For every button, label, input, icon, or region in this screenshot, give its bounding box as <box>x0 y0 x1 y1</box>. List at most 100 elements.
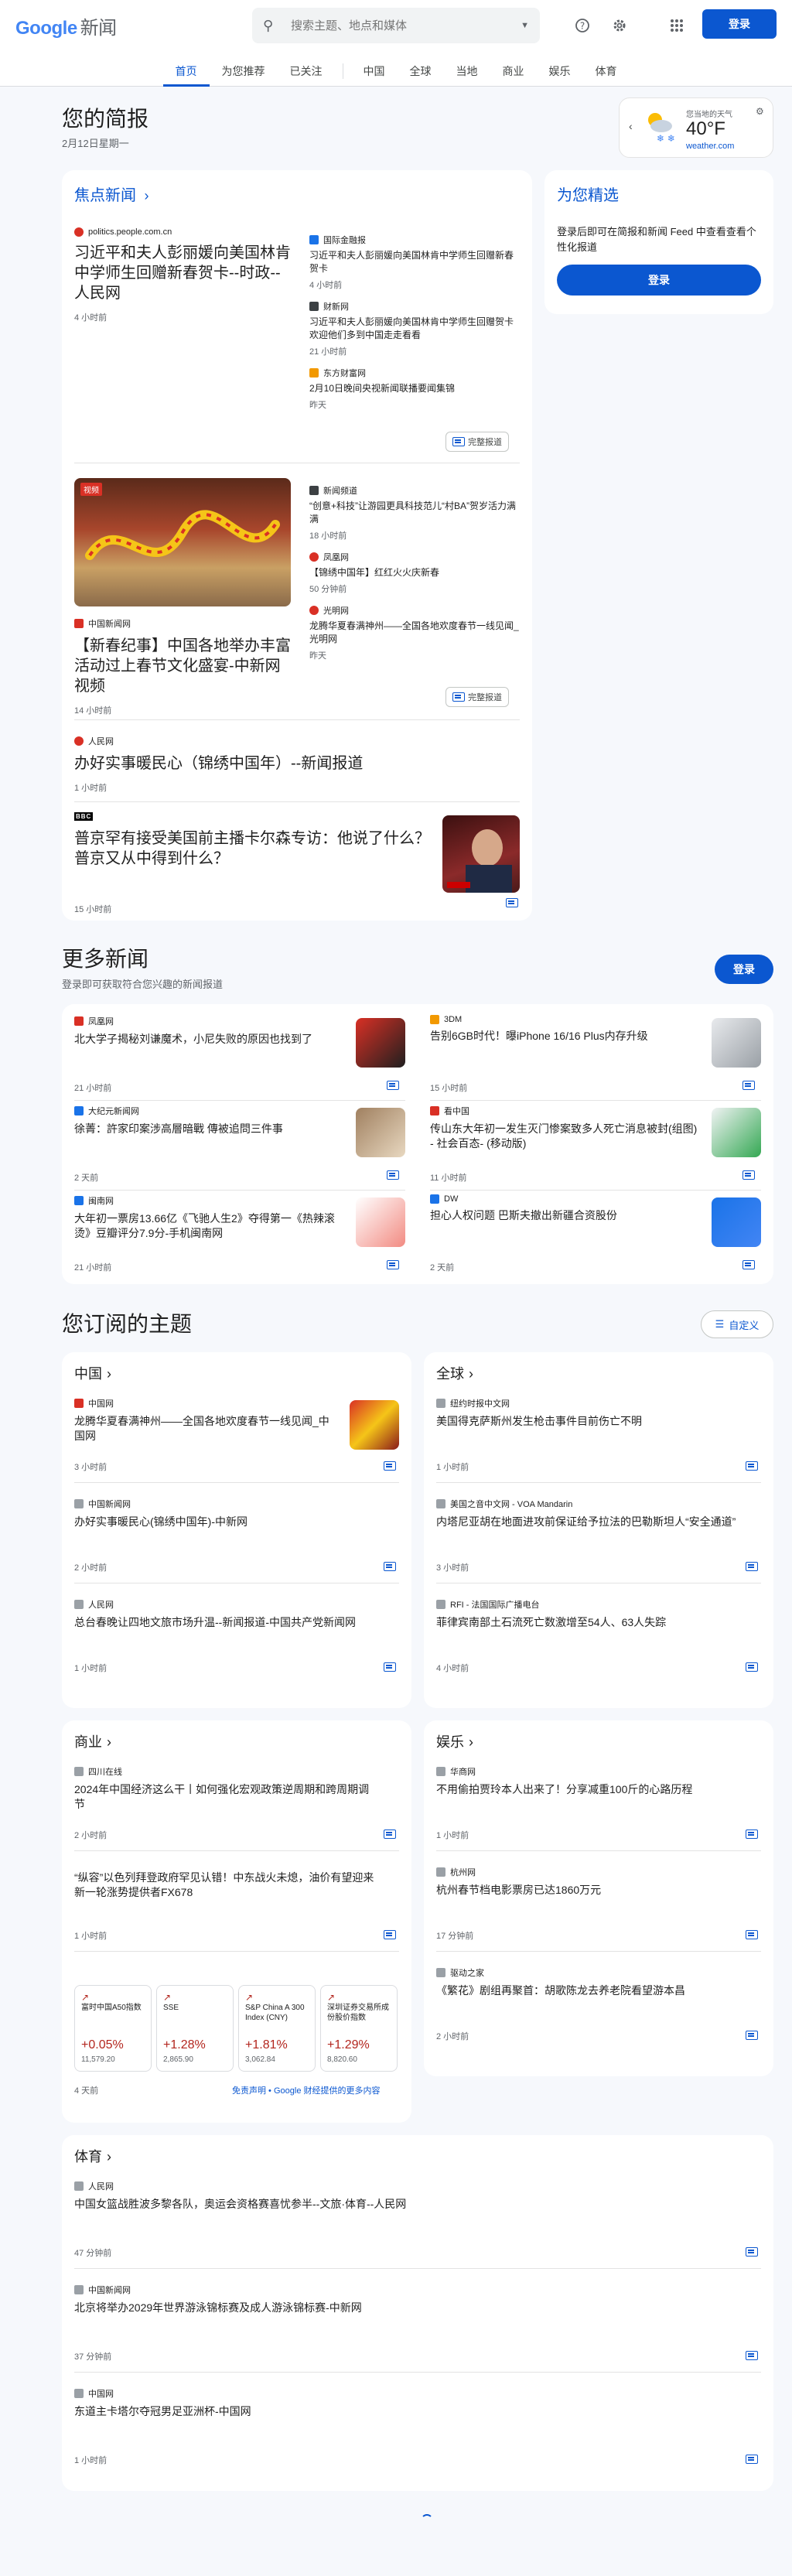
chevron-right-icon[interactable]: › <box>107 1366 111 1382</box>
nav-tab-8[interactable]: 体育 <box>583 54 630 87</box>
chevron-down-icon[interactable]: ▼ <box>521 21 529 30</box>
more-news-item[interactable]: DW 担心人权问题 巴斯夫撤出新疆合资股份 2 天前 <box>430 1194 761 1275</box>
story-headline[interactable]: 【新春纪事】中国各地举办丰富活动过上春节文化盛宴-中新网视频 <box>74 636 291 696</box>
dragon-dance-thumbnail[interactable]: 视频 <box>74 478 291 606</box>
topic-story[interactable]: 人民网 中国女篮战胜波多黎各队，奥运会资格赛喜忧参半--文旅·体育--人民网 <box>74 2180 761 2212</box>
nav-tab-3[interactable]: 中国 <box>351 54 398 87</box>
topic-story[interactable]: “纵容”以色列拜登政府罕见认错！中东战火未熄，油价有望迎来新一轮涨势提供者FX6… <box>74 1866 399 1900</box>
story-headline[interactable]: 告别6GB时代！曝iPhone 16/16 Plus内存升级 <box>430 1029 701 1044</box>
full-coverage-icon[interactable] <box>387 1259 399 1273</box>
single-story[interactable]: BBC 普京罕有接受美国前主播卡尔森专访：他说了什么？普京又从中得到什么？ 15… <box>74 812 430 915</box>
story-headline[interactable]: 2024年中国经济这么干丨如何强化宏观政策逆周期和跨周期调节 <box>74 1782 377 1812</box>
full-coverage-button[interactable]: 完整报道 <box>446 432 509 452</box>
chevron-right-icon[interactable]: › <box>107 2149 111 2164</box>
topic-title-sports[interactable]: 体育 › <box>74 2146 111 2166</box>
story-headline[interactable]: 菲律宾南部土石流死亡数激增至54人、63人失踪 <box>436 1615 739 1630</box>
story-thumbnail[interactable] <box>356 1108 405 1157</box>
help-icon[interactable]: ? <box>571 14 594 37</box>
story-headline[interactable]: 传山东大年初一发生灭门惨案致多人死亡消息被封(组图) - 社会百态- (移动版) <box>430 1122 701 1151</box>
more-news-item[interactable]: 凤凰网 北大学子揭秘刘谦魔术，小尼失败的原因也找到了 21 小时前 <box>74 1015 405 1095</box>
topic-story[interactable]: 中国网 东道主卡塔尔夺冠男足亚洲杯-中国网 <box>74 2387 761 2419</box>
topic-title-business[interactable]: 商业 › <box>74 1731 111 1751</box>
customize-button[interactable]: ☰ 自定义 <box>701 1310 773 1338</box>
chevron-right-icon[interactable]: › <box>144 188 148 203</box>
full-coverage-icon[interactable] <box>746 1929 758 1943</box>
finance-disclaimer-link[interactable]: 免责声明 • Google 财经提供的更多内容 <box>232 2084 381 2096</box>
full-coverage-icon[interactable] <box>746 2030 758 2044</box>
story-headline[interactable]: 北京将举办2029年世界游泳锦标赛及成人游泳锦标赛-中新网 <box>74 2301 739 2315</box>
story-thumbnail[interactable] <box>712 1108 761 1157</box>
weather-source-link[interactable]: weather.com <box>686 142 734 151</box>
story-headline[interactable]: 内塔尼亚胡在地面进攻前保证给予拉法的巴勒斯坦人“安全通道” <box>436 1515 739 1529</box>
nav-tab-6[interactable]: 商业 <box>490 54 537 87</box>
topic-story[interactable]: RFI - 法国国际广播电台 菲律宾南部土石流死亡数激增至54人、63人失踪 <box>436 1598 761 1630</box>
topic-title-china[interactable]: 中国 › <box>74 1363 111 1383</box>
full-coverage-icon[interactable] <box>746 2454 758 2468</box>
stock-tile[interactable]: ↗ 深圳证券交易所成份股价指数 +1.29% 8,820.60 <box>320 1985 398 2072</box>
search-box[interactable]: ⚲ ▼ <box>252 8 540 43</box>
search-input[interactable] <box>291 19 521 32</box>
nav-tab-1[interactable]: 为您推荐 <box>210 54 278 87</box>
story-headline[interactable]: 办好实事暖民心(锦绣中国年)-中新网 <box>74 1515 377 1529</box>
story-headline[interactable]: 北大学子揭秘刘谦魔术，小尼失败的原因也找到了 <box>74 1032 345 1047</box>
full-coverage-icon[interactable] <box>746 2350 758 2364</box>
more-news-item[interactable]: 闽南网 大年初一票房13.66亿《飞驰人生2》夺得第一《热辣滚烫》豆瓣评分7.9… <box>74 1194 405 1275</box>
side-story[interactable]: 光明网 龙腾华夏春满神州——全国各地欢度春节一线见闻_光明网 昨天 <box>309 604 520 661</box>
topic-story[interactable]: 人民网 总台春晚让四地文旅市场升温--新闻报道-中国共产党新闻网 <box>74 1598 399 1630</box>
full-coverage-icon[interactable] <box>746 1561 758 1575</box>
topic-story[interactable]: 杭州网 杭州春节档电影票房已达1860万元 <box>436 1866 761 1898</box>
side-story[interactable]: 新闻频道 “创意+科技”让游园更具科技范儿“村BA”贺岁活力满满 18 小时前 <box>309 484 520 542</box>
cluster2-main-story[interactable]: 中国新闻网 【新春纪事】中国各地举办丰富活动过上春节文化盛宴-中新网视频 14 … <box>74 617 291 716</box>
stock-tile[interactable]: ↗ S&P China A 300 Index (CNY) +1.81% 3,0… <box>238 1985 316 2072</box>
full-coverage-icon[interactable] <box>746 2246 758 2260</box>
apps-grid-icon[interactable] <box>665 14 688 37</box>
nav-tab-5[interactable]: 当地 <box>444 54 490 87</box>
full-coverage-icon[interactable] <box>506 897 518 911</box>
full-coverage-icon[interactable] <box>384 1829 396 1843</box>
top-stories-header[interactable]: 焦点新闻 › <box>74 183 148 205</box>
stock-tile[interactable]: ↗ 富时中国A50指数 +0.05% 11,579.20 <box>74 1985 152 2072</box>
weather-widget[interactable]: ‹ ❄ ❄ 您当地的天气 40°F weather.com ⚙ <box>619 97 773 158</box>
more-news-item[interactable]: 3DM 告别6GB时代！曝iPhone 16/16 Plus内存升级 15 小时… <box>430 1015 761 1095</box>
side-story[interactable]: 国际金融报 习近平和夫人彭丽媛向美国林肯中学师生回赠新春贺卡 4 小时前 <box>309 234 520 291</box>
nav-tab-2[interactable]: 已关注 <box>278 54 335 87</box>
stock-tile[interactable]: ↗ SSE +1.28% 2,865.90 <box>156 1985 234 2072</box>
topic-story[interactable]: 美国之音中文网 - VOA Mandarin 内塔尼亚胡在地面进攻前保证给予拉法… <box>436 1498 761 1529</box>
for-you-login-button[interactable]: 登录 <box>557 265 761 296</box>
side-story[interactable]: 财新网 习近平和夫人彭丽媛向美国林肯中学师生回赠贺卡欢迎他们多到中国走走看看 2… <box>309 300 520 357</box>
full-coverage-icon[interactable] <box>746 1829 758 1843</box>
story-headline[interactable]: 美国得克萨斯州发生枪击事件目前伤亡不明 <box>436 1414 739 1429</box>
full-coverage-icon[interactable] <box>742 1170 755 1184</box>
cluster1-main-story[interactable]: politics.people.com.cn 习近平和夫人彭丽媛向美国林肯中学师… <box>74 227 291 323</box>
story-thumbnail[interactable] <box>712 1197 761 1247</box>
story-headline[interactable]: 杭州春节档电影票房已达1860万元 <box>436 1883 739 1898</box>
topic-story[interactable]: 华商网 不用偷拍贾玲本人出来了！分享减重100斤的心路历程 <box>436 1765 761 1797</box>
top-stories-title[interactable]: 焦点新闻 <box>74 187 136 204</box>
story-thumbnail[interactable] <box>712 1018 761 1068</box>
story-headline[interactable]: 徐菁：許家印案涉高層暗戰 傳被追問三件事 <box>74 1122 345 1136</box>
topic-story[interactable]: 纽约时报中文网 美国得克萨斯州发生枪击事件目前伤亡不明 <box>436 1397 761 1429</box>
topic-title-entertainment[interactable]: 娱乐 › <box>436 1731 473 1751</box>
google-news-logo[interactable]: Google 新闻 <box>15 12 117 39</box>
header-login-button[interactable]: 登录 <box>702 9 777 39</box>
full-coverage-icon[interactable] <box>742 1080 755 1094</box>
side-story[interactable]: 凤凰网 【锦绣中国年】红红火火庆新春 50 分钟前 <box>309 551 520 595</box>
full-coverage-icon[interactable] <box>384 1929 396 1943</box>
full-coverage-button[interactable]: 完整报道 <box>446 687 509 707</box>
full-coverage-icon[interactable] <box>384 1561 396 1575</box>
story-thumbnail[interactable] <box>350 1400 399 1450</box>
topic-story[interactable]: 中国新闻网 北京将举办2029年世界游泳锦标赛及成人游泳锦标赛-中新网 <box>74 2284 761 2315</box>
chevron-right-icon[interactable]: › <box>107 1734 111 1750</box>
story-headline[interactable]: 东道主卡塔尔夺冠男足亚洲杯-中国网 <box>74 2404 739 2419</box>
side-story[interactable]: 东方财富网 2月10日晚间央视新闻联播要闻集锦 昨天 <box>309 367 520 411</box>
search-icon[interactable]: ⚲ <box>263 18 282 34</box>
full-coverage-icon[interactable] <box>746 1461 758 1474</box>
story-headline[interactable]: 中国女篮战胜波多黎各队，奥运会资格赛喜忧参半--文旅·体育--人民网 <box>74 2197 739 2212</box>
nav-tab-4[interactable]: 全球 <box>398 54 444 87</box>
story-headline[interactable]: 大年初一票房13.66亿《飞驰人生2》夺得第一《热辣滚烫》豆瓣评分7.9分-手机… <box>74 1211 345 1241</box>
gear-icon[interactable] <box>608 14 631 37</box>
full-coverage-icon[interactable] <box>746 1662 758 1676</box>
topic-story[interactable]: 四川在线 2024年中国经济这么干丨如何强化宏观政策逆周期和跨周期调节 <box>74 1765 399 1812</box>
story-headline[interactable]: 担心人权问题 巴斯夫撤出新疆合资股份 <box>430 1208 701 1223</box>
chevron-left-icon[interactable]: ‹ <box>629 120 633 132</box>
